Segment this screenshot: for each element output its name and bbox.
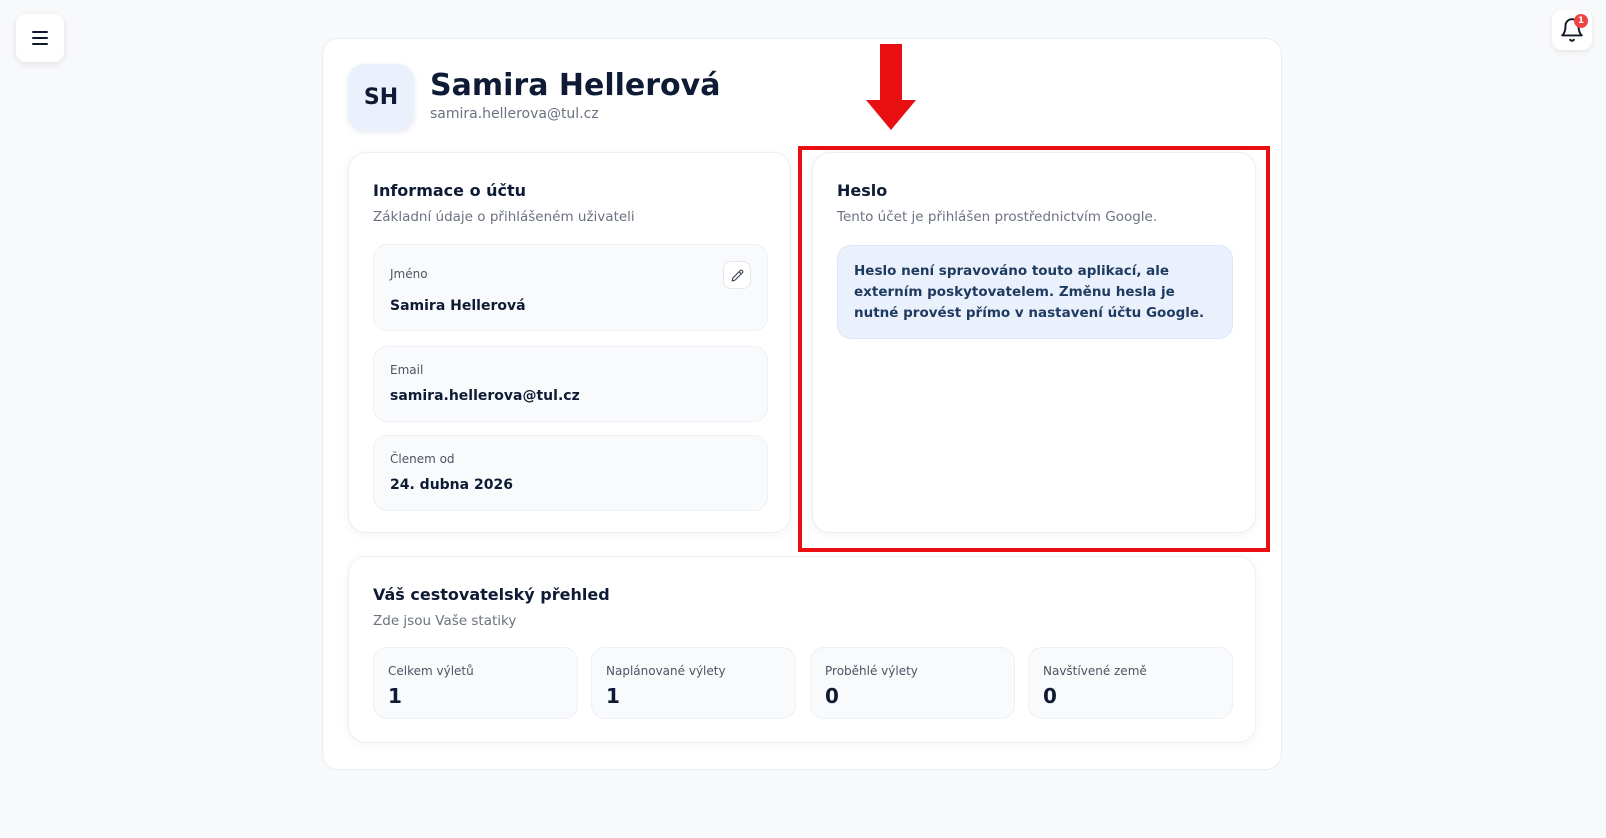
pencil-icon xyxy=(731,269,743,281)
hamburger-icon xyxy=(32,31,48,45)
avatar: SH xyxy=(348,64,414,130)
notification-badge: 1 xyxy=(1574,14,1588,28)
stat-value: 0 xyxy=(1043,684,1057,708)
member-since-value: 24. dubna 2026 xyxy=(390,477,513,493)
account-info-subtitle: Základní údaje o přihlášeném uživateli xyxy=(373,209,635,225)
edit-name-button[interactable] xyxy=(723,261,751,289)
stat-label: Proběhlé výlety xyxy=(825,664,918,678)
stat-total-trips: Celkem výletů 1 xyxy=(373,647,578,719)
profile-email: samira.hellerova@tul.cz xyxy=(430,106,599,122)
email-value: samira.hellerova@tul.cz xyxy=(390,388,580,404)
stat-value: 1 xyxy=(606,684,620,708)
profile-page: 1 SH Samira Hellerová samira.hellerova@t… xyxy=(0,0,1606,838)
stats-subtitle: Zde jsou Vaše statiky xyxy=(373,613,517,629)
stat-label: Celkem výletů xyxy=(388,664,474,678)
notifications-button[interactable]: 1 xyxy=(1552,10,1592,50)
name-label: Jméno xyxy=(390,267,428,281)
name-field: Jméno Samira Hellerová xyxy=(373,244,768,331)
stat-visited-countries: Navštívené země 0 xyxy=(1028,647,1233,719)
stat-label: Navštívené země xyxy=(1043,664,1147,678)
profile-name: Samira Hellerová xyxy=(430,68,721,103)
stat-value: 0 xyxy=(825,684,839,708)
travel-stats-card: Váš cestovatelský přehled Zde jsou Vaše … xyxy=(348,556,1256,743)
email-label: Email xyxy=(390,363,424,377)
annotation-highlight-box xyxy=(798,146,1270,552)
member-since-label: Členem od xyxy=(390,452,455,466)
stat-value: 1 xyxy=(388,684,402,708)
account-info-card: Informace o účtu Základní údaje o přihlá… xyxy=(348,152,791,533)
stat-label: Naplánované výlety xyxy=(606,664,726,678)
account-info-title: Informace o účtu xyxy=(373,181,527,200)
down-arrow-icon xyxy=(866,44,916,130)
stat-past-trips: Proběhlé výlety 0 xyxy=(810,647,1015,719)
name-value: Samira Hellerová xyxy=(390,298,526,314)
stat-planned-trips: Naplánované výlety 1 xyxy=(591,647,796,719)
member-since-field: Členem od 24. dubna 2026 xyxy=(373,435,768,511)
stats-title: Váš cestovatelský přehled xyxy=(373,585,610,604)
email-field: Email samira.hellerova@tul.cz xyxy=(373,346,768,422)
menu-button[interactable] xyxy=(16,14,64,62)
